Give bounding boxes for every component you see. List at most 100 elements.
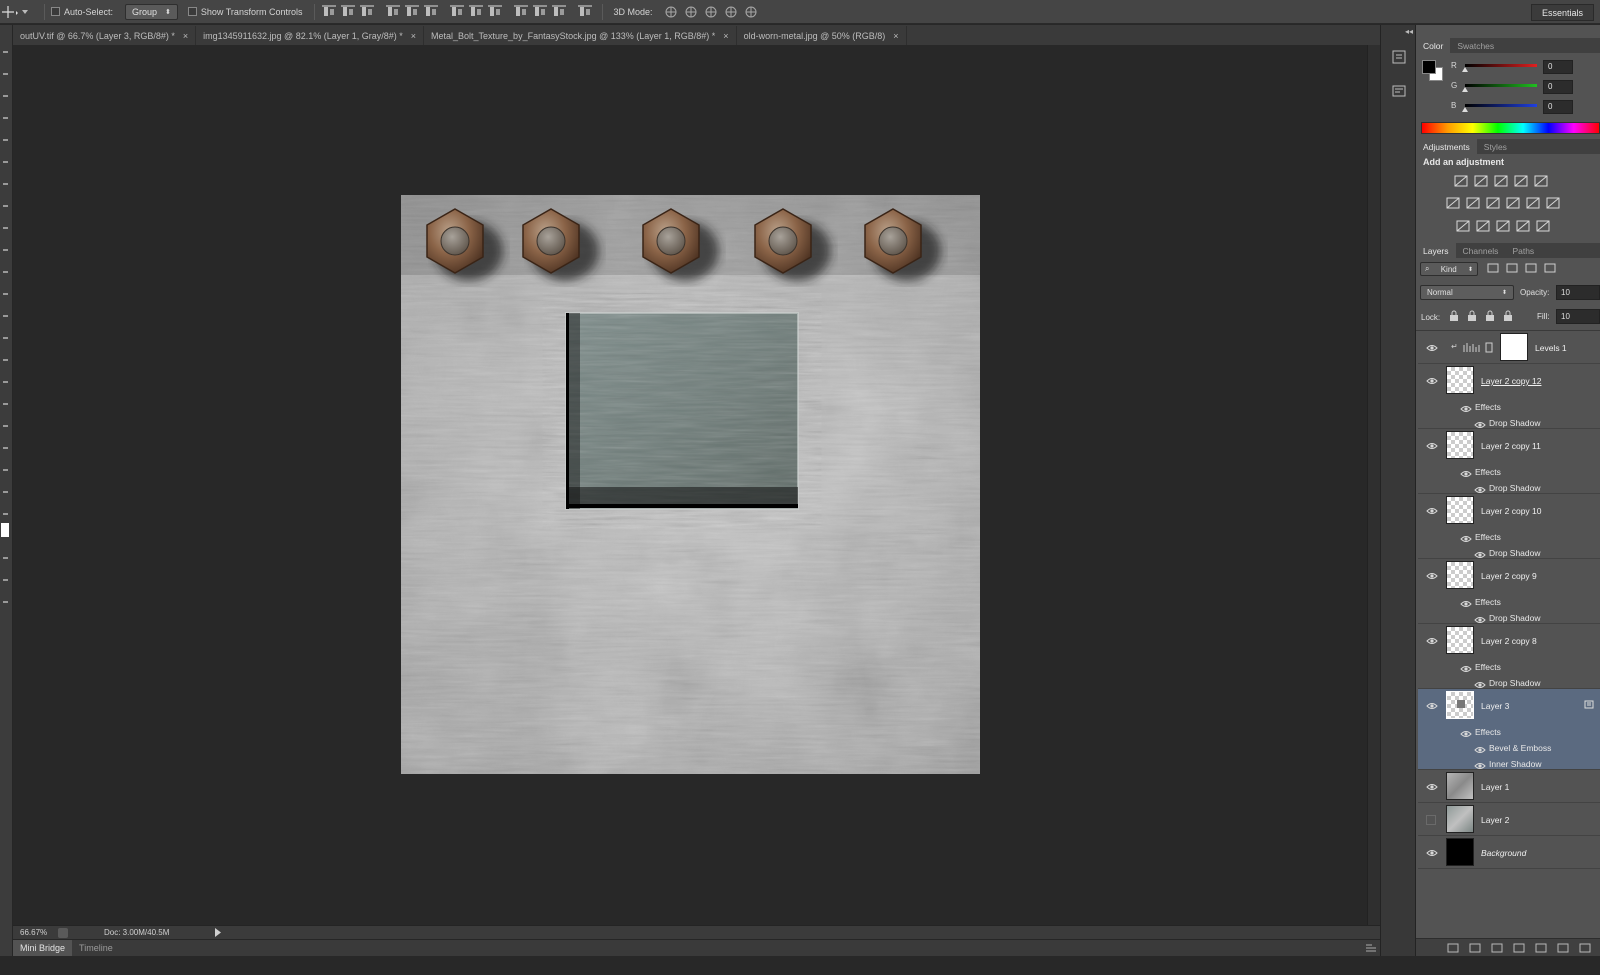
tool-button[interactable] [3, 491, 8, 493]
move-tool-icon[interactable] [2, 4, 18, 20]
layer-thumbnail[interactable] [1446, 772, 1474, 800]
adjustment-filter-icon[interactable] [1505, 262, 1519, 274]
close-icon[interactable]: × [723, 31, 728, 41]
layer-name[interactable]: Layer 2 copy 9 [1481, 571, 1537, 581]
blend-mode-dropdown[interactable]: Normal ⬍ [1420, 285, 1514, 300]
r-value-input[interactable]: 0 [1543, 60, 1573, 74]
close-icon[interactable]: × [411, 31, 416, 41]
layer-row[interactable]: Layer 3 Effects Bevel & Emboss Inner Shadow [1418, 689, 1600, 770]
layer-mask-thumb[interactable] [1500, 333, 1528, 361]
trash-icon[interactable] [1578, 942, 1592, 954]
layer-row[interactable]: Layer 2 copy 11 Effects Drop Shadow [1418, 429, 1600, 494]
effect-item[interactable]: Inner Shadow [1489, 759, 1541, 769]
tool-button[interactable] [3, 117, 8, 119]
fx-badge-icon[interactable] [1584, 700, 1594, 709]
effects-eye-icon[interactable] [1460, 664, 1472, 672]
brightness-icon[interactable] [1453, 174, 1469, 188]
history-icon[interactable] [1391, 49, 1407, 65]
lock-position-icon[interactable] [1484, 310, 1496, 322]
slide-3d-icon[interactable] [723, 5, 739, 19]
layer-name[interactable]: Levels 1 [1535, 343, 1567, 353]
effect-eye-icon[interactable] [1474, 761, 1486, 769]
lock-pixels-icon[interactable] [1466, 310, 1478, 322]
color-lookup-icon[interactable] [1545, 196, 1561, 210]
canvas-area[interactable] [13, 45, 1367, 925]
tool-button[interactable] [3, 469, 8, 471]
color-spectrum-ramp[interactable] [1421, 122, 1600, 134]
tool-button[interactable] [3, 315, 8, 317]
layer-name[interactable]: Layer 2 copy 12 [1481, 376, 1541, 386]
layer-thumbnail[interactable] [1446, 496, 1474, 524]
visibility-eye-icon[interactable] [1426, 571, 1438, 581]
effects-eye-icon[interactable] [1460, 599, 1472, 607]
visibility-off-box[interactable] [1426, 815, 1436, 825]
auto-select-checkbox[interactable]: Auto-Select: [51, 7, 113, 17]
shape-filter-icon[interactable] [1543, 262, 1557, 274]
fill-input[interactable]: 10 [1556, 309, 1600, 324]
layer-name[interactable]: Layer 1 [1481, 782, 1509, 792]
effect-eye-icon[interactable] [1474, 745, 1486, 753]
auto-align-icon[interactable] [577, 5, 593, 19]
visibility-eye-icon[interactable] [1426, 343, 1438, 353]
tool-button[interactable] [3, 425, 8, 427]
visibility-eye-icon[interactable] [1426, 848, 1438, 858]
curves-icon[interactable] [1493, 174, 1509, 188]
opacity-input[interactable]: 10 [1556, 285, 1600, 300]
tab-layers[interactable]: Layers [1416, 243, 1456, 258]
new-layer-icon[interactable] [1556, 942, 1570, 954]
panel-menu-icon[interactable] [1366, 944, 1376, 952]
tab-mini-bridge[interactable]: Mini Bridge [13, 940, 73, 956]
properties-icon[interactable] [1391, 83, 1407, 99]
layer-name[interactable]: Layer 2 copy 8 [1481, 636, 1537, 646]
color-balance-icon[interactable] [1465, 196, 1481, 210]
add-mask-icon[interactable] [1490, 942, 1504, 954]
layer-name[interactable]: Layer 3 [1481, 701, 1509, 711]
levels-icon[interactable] [1473, 174, 1489, 188]
zoom-level[interactable]: 66.67% [20, 928, 52, 937]
slider-thumb[interactable] [1462, 106, 1468, 112]
effect-item[interactable]: Drop Shadow [1489, 678, 1541, 688]
layer-thumbnail[interactable] [1446, 561, 1474, 589]
layer-name[interactable]: Background [1481, 848, 1526, 858]
layer-thumbnail[interactable] [1446, 838, 1474, 866]
tool-button[interactable] [3, 271, 8, 273]
roll-3d-icon[interactable] [683, 5, 699, 19]
distribute-bottom-icon[interactable] [487, 5, 503, 19]
visibility-eye-icon[interactable] [1426, 636, 1438, 646]
visibility-eye-icon[interactable] [1426, 701, 1438, 711]
g-value-input[interactable]: 0 [1543, 80, 1573, 94]
tab-timeline[interactable]: Timeline [72, 940, 120, 956]
lock-transparent-icon[interactable] [1448, 310, 1460, 322]
align-top-icon[interactable] [321, 5, 337, 19]
effect-eye-icon[interactable] [1474, 485, 1486, 493]
effects-eye-icon[interactable] [1460, 404, 1472, 412]
tool-button[interactable] [3, 95, 8, 97]
new-group-icon[interactable] [1534, 942, 1548, 954]
tool-button[interactable] [3, 337, 8, 339]
threshold-icon[interactable] [1495, 219, 1511, 233]
lock-all-icon[interactable] [1502, 310, 1514, 322]
visibility-eye-icon[interactable] [1426, 782, 1438, 792]
layer-thumbnail[interactable] [1446, 805, 1474, 833]
slider-track[interactable] [1462, 83, 1537, 92]
effect-eye-icon[interactable] [1474, 615, 1486, 623]
channel-mixer-icon[interactable] [1525, 196, 1541, 210]
distribute-left-icon[interactable] [513, 5, 529, 19]
layer-thumbnail[interactable] [1446, 691, 1474, 719]
tab-color[interactable]: Color [1416, 38, 1451, 53]
tab-channels[interactable]: Channels [1456, 243, 1506, 258]
selective-color-icon[interactable] [1535, 219, 1551, 233]
show-transform-checkbox[interactable]: Show Transform Controls [187, 7, 302, 17]
close-icon[interactable]: × [893, 31, 898, 41]
doc-tab[interactable]: img1345911632.jpg @ 82.1% (Layer 1, Gray… [196, 26, 425, 45]
tool-button[interactable] [3, 139, 8, 141]
fx-icon[interactable] [1468, 942, 1482, 954]
effect-item[interactable]: Bevel & Emboss [1489, 743, 1551, 753]
scale-3d-icon[interactable] [743, 5, 759, 19]
effects-eye-icon[interactable] [1460, 729, 1472, 737]
document-canvas[interactable] [401, 195, 980, 774]
effect-item[interactable]: Drop Shadow [1489, 418, 1541, 428]
tool-button[interactable] [3, 381, 8, 383]
doc-tab[interactable]: Metal_Bolt_Texture_by_FantasyStock.jpg @… [424, 26, 737, 45]
hue-sat-icon[interactable] [1445, 196, 1461, 210]
